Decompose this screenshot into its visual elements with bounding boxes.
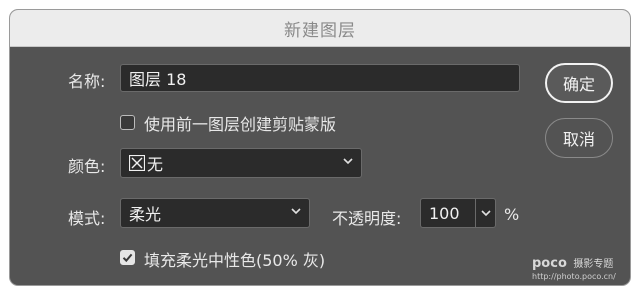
layer-name-value: 图层 18: [129, 70, 187, 89]
clipping-mask-label: 使用前一图层创建剪贴蒙版: [144, 115, 337, 134]
opacity-value: 100: [429, 203, 460, 223]
opacity-input[interactable]: 100: [420, 198, 476, 228]
color-select-value: 无: [147, 155, 164, 174]
chevron-down-icon: [289, 204, 303, 218]
dialog-titlebar[interactable]: 新建图层: [10, 10, 630, 47]
no-color-swatch-icon: [128, 154, 146, 172]
watermark-url: http://photo.poco.cn/: [532, 272, 616, 281]
blend-mode-select[interactable]: 柔光: [120, 198, 310, 228]
opacity-label: 不透明度:: [332, 209, 402, 228]
new-layer-dialog: 新建图层 名称: 图层 18 使用前一图层创建剪贴蒙版 颜色: 无 模式: 柔光…: [10, 10, 630, 285]
mode-label: 模式:: [68, 209, 106, 228]
chevron-down-icon: [341, 154, 355, 168]
layer-name-input[interactable]: 图层 18: [120, 64, 520, 92]
opacity-dropdown-button[interactable]: [476, 198, 496, 228]
watermark-logo: poco 摄影专题: [532, 255, 613, 271]
watermark-brand-cn: 摄影专题: [573, 259, 614, 270]
opacity-unit: %: [504, 205, 520, 224]
ok-button-label: 确定: [562, 75, 595, 94]
chevron-down-icon: [481, 210, 491, 217]
cancel-button-label: 取消: [562, 130, 595, 149]
ok-button[interactable]: 确定: [545, 63, 613, 103]
fill-neutral-color-label: 填充柔光中性色(50% 灰): [144, 251, 326, 270]
blend-mode-value: 柔光: [129, 205, 162, 224]
dialog-title: 新建图层: [284, 20, 356, 41]
color-select[interactable]: 无: [120, 148, 362, 178]
name-label: 名称:: [68, 72, 106, 91]
watermark-brand: poco: [532, 256, 567, 271]
fill-neutral-color-checkbox[interactable]: [120, 250, 135, 265]
cancel-button[interactable]: 取消: [545, 118, 613, 158]
checkmark-icon: [122, 253, 133, 263]
color-label: 颜色:: [68, 157, 106, 176]
clipping-mask-checkbox[interactable]: [120, 115, 135, 130]
